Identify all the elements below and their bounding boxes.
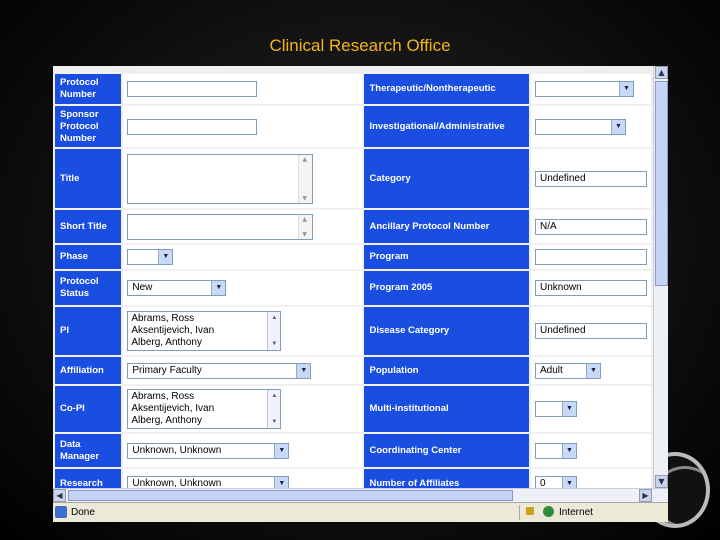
coordinating-center-select[interactable]: ▼: [534, 442, 577, 459]
label-short-title: Short Title: [55, 210, 122, 243]
chevron-down-icon: ▼: [274, 443, 289, 458]
sponsor-protocol-number-input[interactable]: [127, 118, 258, 135]
list-item[interactable]: Abrams, Ross: [131, 313, 264, 325]
chevron-down-icon: ▼: [211, 281, 226, 295]
disease-category-field[interactable]: Undefined: [534, 323, 647, 339]
phase-select[interactable]: ▼: [127, 249, 174, 265]
research-select[interactable]: Unknown, Unknown ▼: [127, 476, 290, 488]
globe-icon: [543, 506, 554, 517]
label-title: Title: [55, 149, 122, 208]
vertical-scroll-thumb[interactable]: [655, 81, 668, 286]
horizontal-scroll-thumb[interactable]: [68, 490, 513, 501]
listbox-scrollbar[interactable]: [267, 312, 281, 350]
label-co-pi: Co-PI: [55, 386, 122, 432]
protocol-number-input[interactable]: [127, 81, 258, 97]
label-category: Category: [364, 149, 529, 208]
label-affiliation: Affiliation: [55, 357, 122, 384]
label-pi: PI: [55, 307, 122, 355]
scroll-right-icon[interactable]: ▶: [639, 489, 652, 502]
population-select[interactable]: Adult ▼: [534, 362, 601, 379]
list-item[interactable]: Alberg, Anthony: [131, 415, 264, 427]
label-coordinating-center: Coordinating Center: [364, 434, 529, 467]
slide-title: Clinical Research Office: [269, 36, 451, 55]
label-multi-institutional: Multi-institutional: [364, 386, 529, 432]
chevron-down-icon: ▼: [274, 477, 289, 488]
status-bar: Done Internet: [53, 502, 668, 522]
data-manager-select[interactable]: Unknown, Unknown ▼: [127, 442, 290, 459]
program-field[interactable]: [534, 249, 647, 265]
multi-institutional-select[interactable]: ▼: [534, 401, 577, 417]
browser-window: Protocol Number Therapeutic/Nontherapeut…: [53, 66, 668, 522]
chevron-down-icon: ▼: [618, 82, 633, 96]
horizontal-scrollbar[interactable]: ◀ ▶: [53, 488, 668, 502]
label-investigational: Investigational/Administrative: [364, 106, 529, 147]
textarea-scrollbar[interactable]: [298, 154, 313, 203]
program-2005-field[interactable]: Unknown: [534, 280, 647, 296]
chevron-down-icon: ▼: [561, 402, 576, 416]
label-population: Population: [364, 357, 529, 384]
status-text: Done: [71, 507, 95, 518]
co-pi-listbox[interactable]: Abrams, Ross Aksentijevich, Ivan Alberg,…: [127, 389, 282, 429]
label-ancillary-protocol-number: Ancillary Protocol Number: [364, 210, 529, 243]
scroll-up-icon[interactable]: ▲: [655, 66, 668, 79]
chevron-down-icon: ▼: [585, 363, 600, 378]
chevron-down-icon: ▼: [561, 443, 576, 458]
list-item[interactable]: Aksentijevich, Ivan: [131, 325, 264, 337]
listbox-scrollbar[interactable]: [267, 390, 281, 428]
protocol-status-select[interactable]: New ▼: [127, 280, 227, 296]
label-protocol-number: Protocol Number: [55, 74, 122, 104]
label-sponsor-protocol-number: Sponsor Protocol Number: [55, 106, 122, 147]
status-divider: [519, 505, 520, 520]
chevron-down-icon: ▼: [296, 363, 311, 378]
label-therapeutic: Therapeutic/Nontherapeutic: [364, 74, 529, 104]
short-title-textarea[interactable]: [127, 213, 314, 240]
lock-icon: [526, 507, 534, 515]
list-item[interactable]: Aksentijevich, Ivan: [131, 403, 264, 415]
therapeutic-select[interactable]: ▼: [534, 81, 634, 97]
list-item[interactable]: Abrams, Ross: [131, 391, 264, 403]
label-phase: Phase: [55, 245, 122, 269]
textarea-scrollbar[interactable]: [298, 214, 313, 239]
list-item[interactable]: Alberg, Anthony: [131, 337, 264, 349]
security-zone: Internet: [559, 507, 593, 518]
label-program: Program: [364, 245, 529, 269]
vertical-scrollbar[interactable]: ▲ ▼: [653, 66, 668, 488]
ancillary-protocol-number-input[interactable]: N/A: [534, 218, 647, 235]
chevron-down-icon: ▼: [561, 477, 576, 488]
label-disease-category: Disease Category: [364, 307, 529, 355]
pi-listbox[interactable]: Abrams, Ross Aksentijevich, Ivan Alberg,…: [127, 311, 282, 351]
protocol-form: Protocol Number Therapeutic/Nontherapeut…: [53, 72, 653, 488]
investigational-select[interactable]: ▼: [534, 118, 626, 135]
label-research: Research: [55, 469, 122, 488]
label-program-2005: Program 2005: [364, 271, 529, 305]
scroll-down-icon[interactable]: ▼: [655, 475, 668, 488]
label-data-manager: Data Manager: [55, 434, 122, 467]
affiliation-select[interactable]: Primary Faculty ▼: [127, 362, 312, 379]
page-icon: [55, 506, 67, 518]
number-of-affiliates-select[interactable]: 0 ▼: [534, 476, 577, 488]
chevron-down-icon: ▼: [158, 250, 173, 264]
label-number-of-affiliates: Number of Affiliates: [364, 469, 529, 488]
page-viewport: Protocol Number Therapeutic/Nontherapeut…: [53, 66, 653, 488]
scroll-left-icon[interactable]: ◀: [53, 489, 66, 502]
category-field[interactable]: Undefined: [534, 170, 647, 187]
label-protocol-status: Protocol Status: [55, 271, 122, 305]
title-textarea[interactable]: [127, 153, 314, 204]
chevron-down-icon: ▼: [610, 119, 625, 134]
